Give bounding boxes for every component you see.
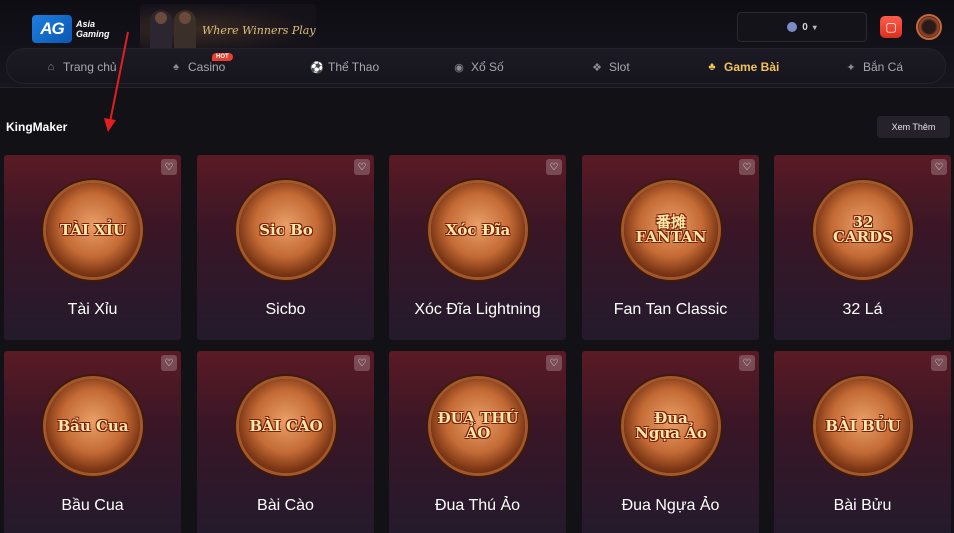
heart-icon[interactable]: ♡ xyxy=(931,355,947,371)
game-card-bau-cua[interactable]: ♡ Bầu Cua Bầu Cua xyxy=(4,351,181,533)
section-title: KingMaker xyxy=(6,120,68,134)
home-icon: ⌂ xyxy=(47,61,55,73)
game-emblem-text: Bầu Cua xyxy=(57,416,129,435)
lottery-icon: ◉ xyxy=(454,61,464,74)
nav-item-label: Bắn Cá xyxy=(863,60,904,74)
top-header: AG Asia Gaming Where Winners Play 0 ▾ ▢ … xyxy=(0,0,954,88)
game-title: Xóc Đĩa Lightning xyxy=(414,301,541,318)
heart-icon[interactable]: ♡ xyxy=(931,159,947,175)
game-card-sicbo[interactable]: ♡ Sic Bo Sicbo xyxy=(197,155,374,340)
game-title: Tài Xỉu xyxy=(67,301,118,318)
nav-item-label: Slot xyxy=(609,60,630,74)
game-emblem: BÀI BỬU xyxy=(816,379,910,473)
game-card-fan-tan-classic[interactable]: ♡ 番摊 FANTAN Fan Tan Classic xyxy=(582,155,759,340)
promo-tagline: Where Winners Play xyxy=(202,24,316,37)
game-emblem-text: 番摊 FANTAN xyxy=(635,213,707,246)
game-emblem-text: BÀI CÀO xyxy=(249,416,323,435)
game-emblem-text: BÀI BỬU xyxy=(825,416,901,435)
heart-icon[interactable]: ♡ xyxy=(546,355,562,371)
cards-icon: ♣ xyxy=(708,61,716,73)
chevron-down-icon: ▾ xyxy=(812,22,817,32)
nav-item-label: Game Bài xyxy=(724,60,780,74)
site-logo[interactable]: AG Asia Gaming xyxy=(32,14,110,44)
game-emblem-text: Xóc Đĩa xyxy=(445,220,511,239)
game-emblem: 32 CARDS xyxy=(816,183,910,277)
game-emblem-text: TÀI XỈU xyxy=(60,220,126,239)
game-emblem: ĐUA THÚ ẢO xyxy=(431,379,525,473)
annotation-arrow xyxy=(104,31,129,132)
nav-item-sports[interactable]: ⚽ Thể Thao xyxy=(310,58,379,76)
game-title: Bài Cào xyxy=(257,497,314,514)
promo-figure-left-head xyxy=(155,12,167,24)
promo-figure-right-head xyxy=(179,12,191,24)
nav-item-lottery[interactable]: ◉ Xổ Số xyxy=(453,58,504,76)
balance-dropdown[interactable]: 0 ▾ xyxy=(737,12,867,42)
slot-icon: ❖ xyxy=(592,61,602,74)
heart-icon[interactable]: ♡ xyxy=(161,355,177,371)
game-emblem-text: Sic Bo xyxy=(259,220,313,239)
game-title: 32 Lá xyxy=(842,301,883,318)
gift-icon: ▢ xyxy=(885,20,897,34)
logo-mark: AG xyxy=(32,15,72,43)
game-title: Bài Bửu xyxy=(833,497,892,514)
game-emblem: Sic Bo xyxy=(239,183,333,277)
nav-item-card-games[interactable]: ♣ Game Bài xyxy=(706,58,779,76)
game-emblem-text: ĐUA THÚ ẢO xyxy=(437,409,519,442)
game-emblem: Bầu Cua xyxy=(46,379,140,473)
game-card-tai-xiu[interactable]: ♡ TÀI XỈU Tài Xỉu xyxy=(4,155,181,340)
logo-text-line1: Asia xyxy=(76,19,96,29)
game-title: Bầu Cua xyxy=(61,497,124,514)
game-emblem: TÀI XỈU xyxy=(46,183,140,277)
heart-icon[interactable]: ♡ xyxy=(161,159,177,175)
game-emblem: Xóc Đĩa xyxy=(431,183,525,277)
game-card-bai-buu[interactable]: ♡ BÀI BỬU Bài Bửu xyxy=(774,351,951,533)
game-emblem-text: Đua Ngựa Ảo xyxy=(635,409,707,442)
game-emblem: 番摊 FANTAN xyxy=(624,183,718,277)
game-card-32-la[interactable]: ♡ 32 CARDS 32 Lá xyxy=(774,155,951,340)
game-title: Fan Tan Classic xyxy=(613,301,728,318)
avatar[interactable] xyxy=(916,14,942,40)
nav-item-fishing[interactable]: ✦ Bắn Cá xyxy=(845,58,903,76)
hot-badge: HOT xyxy=(212,53,233,61)
game-card-bai-cao[interactable]: ♡ BÀI CÀO Bài Cào xyxy=(197,351,374,533)
spade-icon: ♠ xyxy=(173,61,179,73)
promo-banner[interactable]: Where Winners Play xyxy=(140,4,316,54)
game-card-xoc-dia-lightning[interactable]: ♡ Xóc Đĩa Xóc Đĩa Lightning xyxy=(389,155,566,340)
heart-icon[interactable]: ♡ xyxy=(354,159,370,175)
game-title: Đua Thú Ảo xyxy=(434,497,521,514)
nav-item-label: Casino xyxy=(188,60,226,74)
see-more-button[interactable]: Xem Thêm xyxy=(877,116,950,138)
balance-value: 0 xyxy=(802,21,808,33)
nav-item-label: Thể Thao xyxy=(328,60,380,74)
heart-icon[interactable]: ♡ xyxy=(739,159,755,175)
nav-item-casino[interactable]: ♠ Casino HOT xyxy=(170,53,233,76)
heart-icon[interactable]: ♡ xyxy=(739,355,755,371)
nav-item-slot[interactable]: ❖ Slot xyxy=(591,58,630,76)
game-emblem: Đua Ngựa Ảo xyxy=(624,379,718,473)
game-emblem: BÀI CÀO xyxy=(239,379,333,473)
game-card-dua-thu-ao[interactable]: ♡ ĐUA THÚ ẢO Đua Thú Ảo xyxy=(389,351,566,533)
nav-item-label: Xổ Số xyxy=(471,60,504,74)
main-nav: ⌂ Trang chủ ♠ Casino HOT ⚽ Thể Thao ◉ Xổ… xyxy=(6,48,946,84)
soccer-ball-icon: ⚽ xyxy=(310,61,324,74)
game-card-dua-ngua-ao[interactable]: ♡ Đua Ngựa Ảo Đua Ngựa Ảo xyxy=(582,351,759,533)
gift-button[interactable]: ▢ xyxy=(880,16,902,38)
game-title: Đua Ngựa Ảo xyxy=(621,497,720,514)
coin-icon xyxy=(787,22,798,32)
fish-icon: ✦ xyxy=(846,61,856,74)
heart-icon[interactable]: ♡ xyxy=(546,159,562,175)
game-title: Sicbo xyxy=(265,301,306,318)
game-emblem-text: 32 CARDS xyxy=(833,213,893,246)
heart-icon[interactable]: ♡ xyxy=(354,355,370,371)
